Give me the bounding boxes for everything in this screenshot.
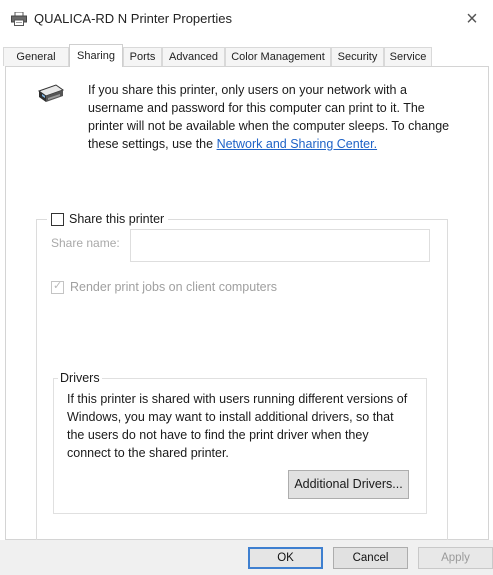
render-jobs-row[interactable]: ✓ Render print jobs on client computers [51,280,277,294]
share-printer-label: Share this printer [69,212,165,226]
share-name-input[interactable] [130,229,430,262]
render-jobs-label: Render print jobs on client computers [70,280,278,294]
title-bar: QUALICA-RD N Printer Properties × [0,0,493,38]
close-button[interactable]: × [459,6,485,32]
share-printer-checkbox-row[interactable]: Share this printer [47,209,169,229]
network-sharing-center-link[interactable]: Network and Sharing Center. [217,137,378,151]
printer-icon [11,11,27,26]
tab-color-management[interactable]: Color Management [225,47,331,66]
shared-printer-icon [36,82,66,108]
checkmark-icon: ✓ [53,279,63,292]
tab-ports[interactable]: Ports [123,47,162,66]
drivers-description: If this printer is shared with users run… [67,392,408,460]
tab-advanced[interactable]: Advanced [162,47,225,66]
share-printer-checkbox[interactable] [51,212,64,226]
window-title: QUALICA-RD N Printer Properties [34,11,232,26]
additional-drivers-button[interactable]: Additional Drivers... [288,470,409,499]
render-jobs-checkbox[interactable]: ✓ [51,279,64,294]
ok-button[interactable]: OK [248,547,323,569]
tab-sharing[interactable]: Sharing [69,44,123,67]
close-icon: × [466,8,478,30]
drivers-legend: Drivers [58,371,102,385]
tab-security[interactable]: Security [331,47,384,66]
apply-button[interactable]: Apply [418,547,493,569]
tab-general[interactable]: General [3,47,69,66]
cancel-button[interactable]: Cancel [333,547,408,569]
share-name-label: Share name: [51,236,120,250]
tab-strip: General Sharing Ports Advanced Color Man… [0,44,493,67]
sharing-info-text: If you share this printer, only users on… [88,81,458,153]
tab-service[interactable]: Service [384,47,432,66]
